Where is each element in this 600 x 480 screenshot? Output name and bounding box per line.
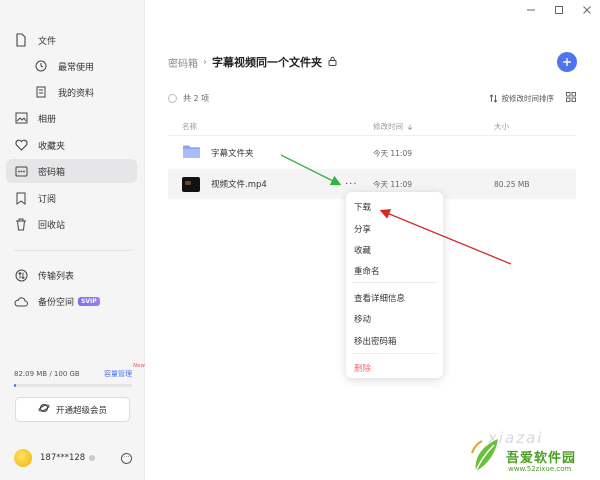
- maximize-icon[interactable]: [552, 4, 566, 16]
- breadcrumb-separator: ›: [203, 56, 207, 68]
- file-toolbar: 共 2 项 按修改时间排序: [168, 91, 576, 105]
- sidebar-item-label: 订阅: [38, 194, 57, 205]
- file-name: 字幕文件夹: [211, 149, 254, 159]
- context-menu: 下载 分享 收藏 重命名 查看详细信息 移动 移出密码箱 删除: [346, 192, 443, 378]
- file-size: 80.25 MB: [494, 179, 530, 189]
- storage-used-text: 82.09 MB / 100 GB: [14, 370, 80, 378]
- sidebar: 文件 最常使用 我的资料 相册 收藏夹 密码箱 订阅 回收站 传输列表 备份空间…: [0, 0, 145, 480]
- column-header-name[interactable]: 名称: [182, 121, 197, 132]
- menu-divider: [352, 353, 437, 354]
- user-name: 187***128: [40, 453, 86, 463]
- sidebar-item-recent[interactable]: 最常使用: [6, 54, 137, 78]
- sidebar-item-label: 传输列表: [38, 271, 75, 282]
- menu-item-favorite[interactable]: 收藏: [354, 244, 371, 256]
- breadcrumb: 密码箱 › 字幕视频同一个文件夹: [168, 54, 337, 70]
- menu-item-share[interactable]: 分享: [354, 223, 371, 235]
- file-modified: 今天 11:09: [373, 179, 412, 189]
- storage-info: 82.09 MB / 100 GB 容量管理 New: [14, 363, 145, 387]
- page-title: 字幕视频同一个文件夹: [212, 56, 322, 69]
- plus-icon: [563, 58, 571, 66]
- file-modified: 今天 11:09: [373, 148, 412, 158]
- minimize-icon[interactable]: [524, 4, 538, 16]
- menu-item-delete[interactable]: 删除: [354, 362, 371, 374]
- avatar[interactable]: [14, 449, 32, 467]
- select-all-checkbox[interactable]: [168, 93, 177, 103]
- folder-icon: [182, 144, 201, 162]
- sidebar-item-vault[interactable]: 密码箱: [6, 159, 137, 183]
- sidebar-item-label: 回收站: [38, 220, 66, 231]
- menu-item-remove-from-vault[interactable]: 移出密码箱: [354, 335, 397, 347]
- lock-icon: [328, 56, 337, 69]
- column-header-modified[interactable]: 修改时间: [373, 121, 413, 132]
- user-level-icon: [89, 455, 96, 461]
- item-count: 共 2 项: [183, 93, 210, 103]
- add-button[interactable]: [557, 52, 577, 72]
- storage-manage-link[interactable]: 容量管理 New: [104, 363, 145, 379]
- grid-view-icon[interactable]: [566, 91, 576, 105]
- storage-progress-fill: [14, 384, 16, 387]
- open-vip-button[interactable]: 开通超级会员: [15, 397, 130, 422]
- file-icon: [14, 33, 28, 47]
- window-controls: [524, 4, 594, 16]
- transfer-icon: [14, 268, 28, 282]
- watermark-title: 吾爱软件园: [506, 451, 577, 466]
- storage-progress-bar: [14, 384, 132, 387]
- file-name: 视频文件.mp4: [211, 180, 267, 190]
- storage-manage-label: 容量管理: [104, 370, 132, 378]
- image-icon: [14, 111, 28, 125]
- cloud-icon: [14, 294, 28, 308]
- trash-icon: [14, 217, 28, 231]
- table-row[interactable]: 字幕文件夹 今天 11:09: [168, 138, 576, 168]
- svip-badge: SVIP: [78, 296, 100, 306]
- menu-divider: [352, 282, 437, 283]
- sidebar-item-my-documents[interactable]: 我的资料: [6, 80, 137, 104]
- sort-down-icon: [407, 124, 413, 130]
- clock-icon: [34, 59, 48, 73]
- bookmark-icon: [14, 191, 28, 205]
- sidebar-divider: [14, 250, 131, 251]
- menu-item-download[interactable]: 下载: [354, 201, 371, 213]
- document-icon: [34, 85, 48, 99]
- user-profile[interactable]: 187***128 ···: [14, 448, 132, 468]
- sidebar-item-label: 备份空间: [38, 297, 75, 308]
- sort-button[interactable]: 按修改时间排序: [489, 93, 555, 104]
- sidebar-item-label: 密码箱: [38, 167, 66, 178]
- sidebar-item-album[interactable]: 相册: [6, 106, 137, 130]
- sort-label: 按修改时间排序: [501, 93, 555, 103]
- planet-icon: [38, 402, 50, 417]
- close-icon[interactable]: [580, 4, 594, 16]
- breadcrumb-root[interactable]: 密码箱: [168, 55, 198, 70]
- column-label: 名称: [182, 122, 197, 131]
- column-label: 修改时间: [373, 122, 403, 131]
- menu-item-rename[interactable]: 重命名: [354, 265, 380, 277]
- header-divider: [168, 135, 576, 136]
- new-badge: New: [133, 363, 145, 369]
- open-vip-label: 开通超级会员: [55, 405, 107, 416]
- menu-item-move[interactable]: 移动: [354, 313, 371, 325]
- sidebar-item-subscriptions[interactable]: 订阅: [6, 186, 137, 210]
- menu-item-details[interactable]: 查看详细信息: [354, 292, 405, 304]
- sidebar-item-files[interactable]: 文件: [6, 28, 137, 52]
- heart-icon: [14, 138, 28, 152]
- vault-icon: [14, 164, 28, 178]
- video-thumbnail-icon: [182, 176, 200, 192]
- sidebar-item-recycle-bin[interactable]: 回收站: [6, 212, 137, 236]
- sidebar-item-backup[interactable]: 备份空间 SVIP: [6, 289, 137, 313]
- watermark: xiazai 吾爱软件园 www.52zixue.com: [468, 425, 598, 477]
- column-label: 大小: [494, 122, 509, 131]
- watermark-url: www.52zixue.com: [508, 465, 572, 473]
- column-header-size[interactable]: 大小: [494, 121, 509, 132]
- sidebar-item-label: 文件: [38, 36, 57, 47]
- sidebar-item-label: 收藏夹: [38, 141, 66, 152]
- sidebar-item-label: 我的资料: [58, 88, 95, 99]
- sidebar-item-label: 最常使用: [58, 62, 95, 73]
- sidebar-item-favorites[interactable]: 收藏夹: [6, 133, 137, 157]
- more-options-icon[interactable]: ···: [121, 452, 132, 464]
- sidebar-item-transfers[interactable]: 传输列表: [6, 263, 137, 287]
- more-actions-icon[interactable]: ···: [345, 179, 358, 190]
- sort-icon: [489, 93, 497, 103]
- sidebar-item-label: 相册: [38, 114, 57, 125]
- watermark-logo-icon: [471, 439, 498, 472]
